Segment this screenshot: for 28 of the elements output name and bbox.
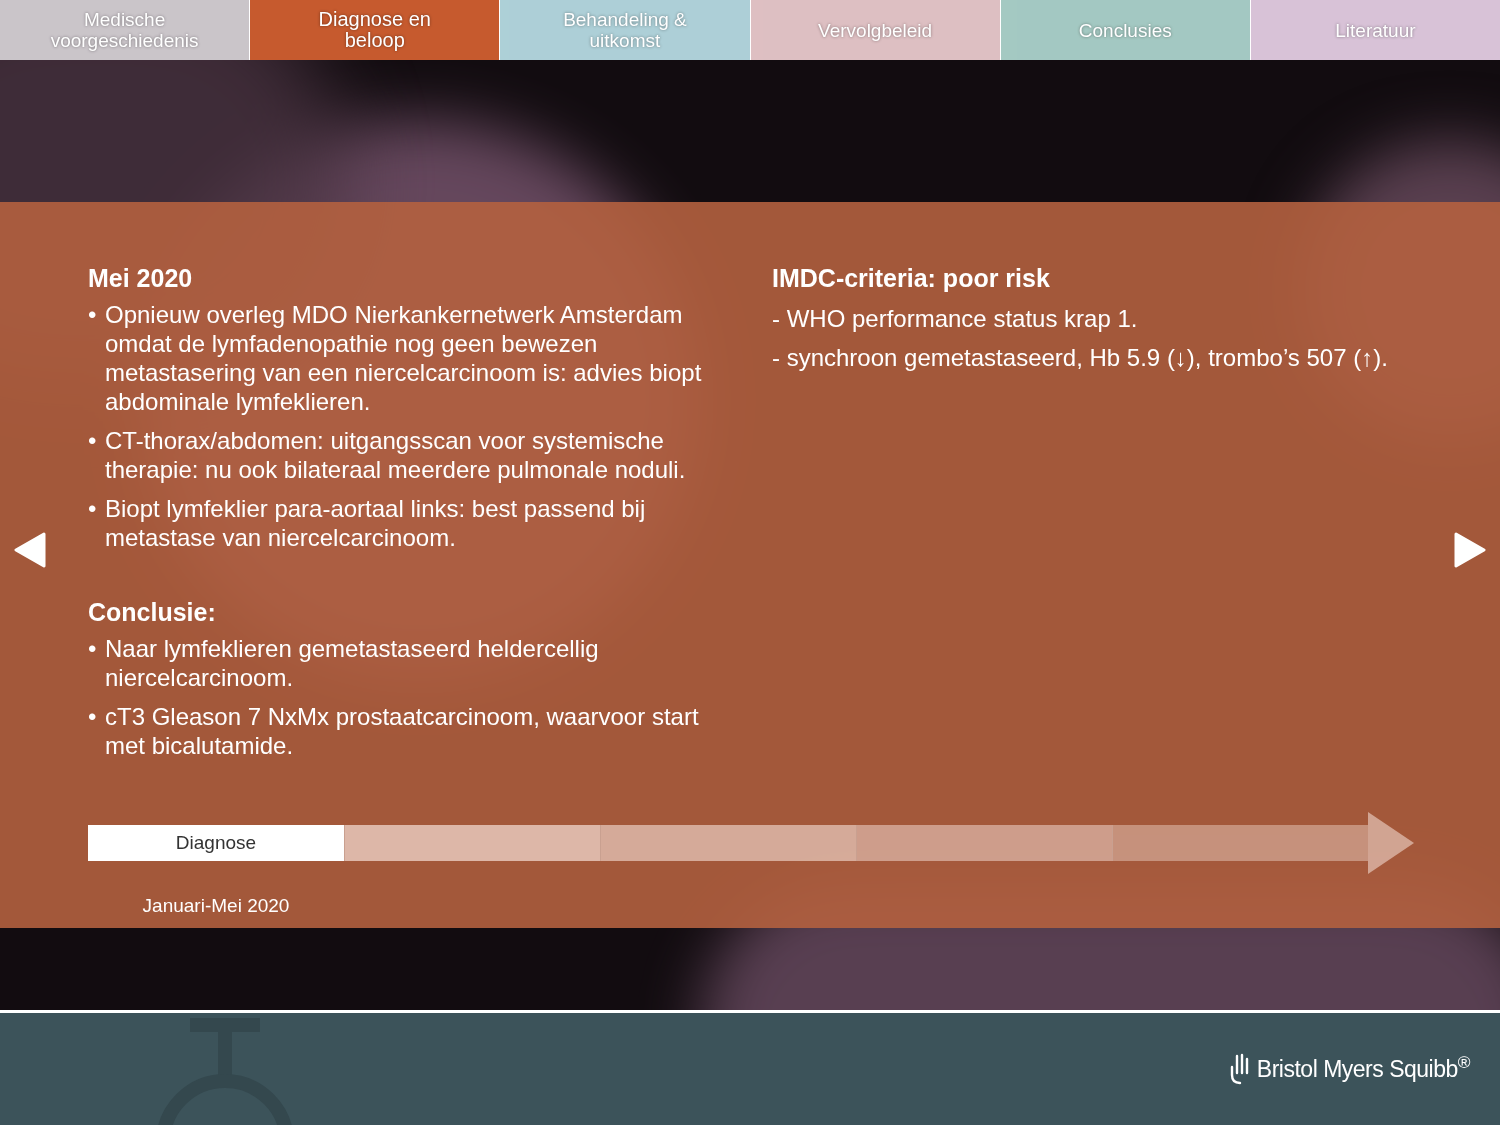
previous-arrow-icon[interactable] bbox=[14, 532, 46, 568]
nav-tab[interactable]: Diagnose en beloop bbox=[250, 0, 500, 60]
next-arrow-icon[interactable] bbox=[1454, 532, 1486, 568]
timeline-segment[interactable]: Diagnose bbox=[88, 825, 344, 861]
bullet-mark: • bbox=[88, 426, 98, 456]
timeline-arrowhead-icon bbox=[1368, 812, 1414, 874]
bullet-text: CT-thorax/abdomen: uitgangsscan voor systemische therapie: nu ook bilateraal meerdere pulmonale noduli. bbox=[105, 426, 687, 484]
nav-tab[interactable]: Behandeling & uitkomst bbox=[500, 0, 750, 60]
nav-tab[interactable]: Literatuur bbox=[1250, 0, 1500, 60]
timeline-date: Januari-Mei 2020 bbox=[141, 894, 291, 918]
bullet-text: Opnieuw overleg MDO Nierkankernetwerk Amsterdam omdat de lymfadenopathie nog geen bewezen metastasering van een niercelcarcinoom is: advies biopt abdominale lymfeklieren. bbox=[105, 300, 703, 416]
nav-tab[interactable]: Vervolgbeleid bbox=[750, 0, 1000, 60]
hand-logo-icon bbox=[1228, 1053, 1251, 1085]
nav-tab[interactable]: Conclusies bbox=[1000, 0, 1250, 60]
nav-tab[interactable]: Medische voorgeschiedenis bbox=[0, 0, 250, 60]
bullet-mark: • bbox=[88, 634, 98, 664]
bullet-text: Naar lymfeklieren gemetastaseerd heldercellig niercelcarcinoom. bbox=[105, 634, 600, 692]
bullet-mark: • bbox=[88, 300, 98, 330]
section-heading: IMDC-criteria: poor risk bbox=[772, 263, 1051, 294]
bullet-mark: • bbox=[88, 702, 98, 732]
bullet-mark: • bbox=[88, 494, 98, 524]
section-heading: Conclusie: bbox=[88, 597, 217, 628]
criteria-text: - synchroon gemetastaseerd, Hb 5.9 (↓), trombo’s 507 (↑). bbox=[772, 343, 1389, 372]
bullet-text: cT3 Gleason 7 NxMx prostaatcarcinoom, waarvoor start met bicalutamide. bbox=[105, 702, 700, 760]
company-logo-text: Bristol Myers Squibb$^{®}$ bbox=[1256, 1051, 1470, 1084]
section-heading: Mei 2020 bbox=[88, 263, 194, 294]
criteria-text: - WHO performance status krap 1. bbox=[772, 304, 1139, 333]
bullet-text: Biopt lymfeklier para-aortaal links: best passend bij metastase van niercelcarcinoom. bbox=[105, 494, 647, 552]
